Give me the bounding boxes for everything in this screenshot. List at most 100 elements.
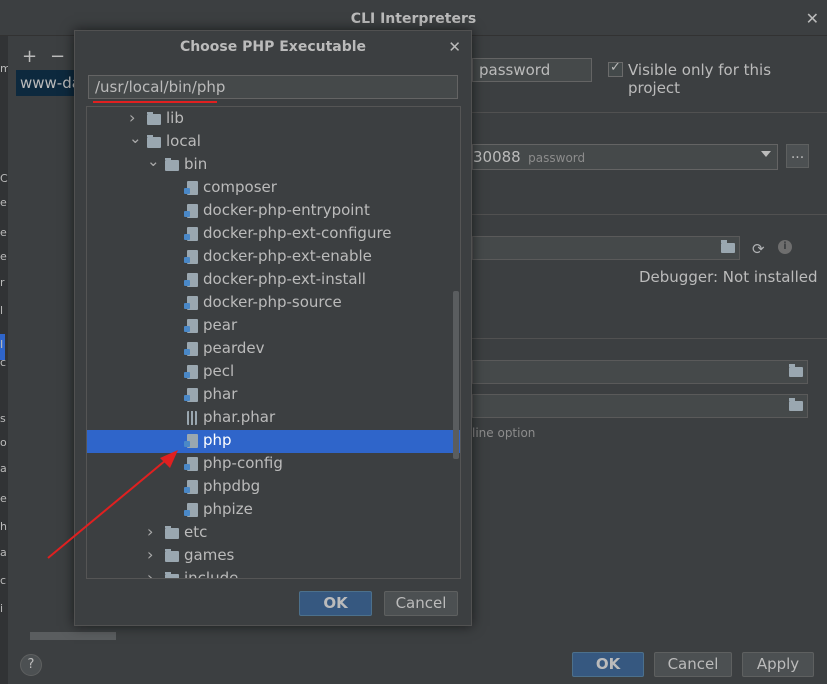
executable-file-icon — [184, 388, 198, 402]
strip-char: r — [0, 276, 5, 289]
tree-item-label: lib — [166, 109, 184, 127]
executable-file-icon — [184, 480, 198, 494]
strip-char: l — [0, 304, 4, 317]
server-hint: password — [528, 151, 586, 165]
chevron-down-icon[interactable]: ⌄ — [147, 152, 160, 170]
tree-folder-local[interactable]: ⌄ local — [87, 129, 460, 154]
folder-icon[interactable] — [789, 398, 803, 411]
apply-button[interactable]: Apply — [742, 652, 814, 677]
dialog-ok-button[interactable]: OK — [299, 591, 372, 616]
section-divider — [472, 112, 827, 113]
path-input[interactable] — [88, 75, 458, 99]
tree-file-peardev[interactable]: peardev — [87, 338, 460, 361]
folder-icon[interactable] — [789, 364, 803, 377]
remove-interpreter-button[interactable]: − — [50, 46, 65, 67]
tree-file-phpize[interactable]: phpize — [87, 499, 460, 522]
tree-item-label: docker-php-source — [203, 293, 342, 311]
tree-folder-etc[interactable]: › etc — [87, 522, 460, 545]
tree-folder-games[interactable]: › games — [87, 545, 460, 568]
strip-char: s — [0, 412, 6, 425]
dialog-title: Choose PHP Executable — [179, 39, 367, 55]
tree-file-docker-php-ext-enable[interactable]: docker-php-ext-enable — [87, 246, 460, 269]
folder-icon — [165, 549, 179, 562]
strip-char: h — [0, 520, 7, 533]
window-title: CLI Interpreters — [350, 11, 477, 27]
executable-file-icon — [184, 503, 198, 517]
tree-file-docker-php-ext-install[interactable]: docker-php-ext-install — [87, 269, 460, 292]
chevron-down-icon[interactable]: ⌄ — [129, 129, 142, 147]
visible-only-label: Visible only for this project — [628, 61, 772, 97]
configuration-file-field[interactable] — [472, 360, 808, 384]
tree-item-label: docker-php-ext-enable — [203, 247, 372, 265]
server-browse-button[interactable]: ... — [786, 144, 809, 168]
close-icon[interactable]: ✕ — [448, 38, 461, 56]
tree-item-label: docker-php-ext-install — [203, 270, 366, 288]
add-interpreter-button[interactable]: + — [22, 46, 37, 67]
chevron-right-icon[interactable]: › — [147, 568, 153, 578]
ok-button[interactable]: OK — [572, 652, 644, 677]
folder-icon — [147, 135, 161, 148]
strip-char: a — [0, 462, 7, 475]
chevron-right-icon[interactable]: › — [147, 545, 153, 564]
strip-char: I — [0, 338, 4, 351]
dialog-cancel-button[interactable]: Cancel — [384, 591, 458, 616]
tree-item-label: php — [203, 431, 232, 449]
tree-file-phpdbg[interactable]: phpdbg — [87, 476, 460, 499]
list-scrollbar[interactable] — [30, 632, 116, 640]
tree-file-docker-php-entrypoint[interactable]: docker-php-entrypoint — [87, 200, 460, 223]
tree-item-label: phpize — [203, 500, 253, 518]
executable-file-icon — [184, 365, 198, 379]
dialog-titlebar: Choose PHP Executable ✕ — [75, 31, 471, 63]
tree-folder-include[interactable]: › include — [87, 568, 460, 579]
cancel-button[interactable]: Cancel — [654, 652, 732, 677]
refresh-icon[interactable]: ⟳ — [752, 240, 765, 258]
interpreter-name-field[interactable]: password — [472, 58, 592, 82]
tree-item-label: phpdbg — [203, 477, 261, 495]
executable-file-icon — [184, 273, 198, 287]
folder-icon — [165, 572, 179, 578]
chevron-right-icon[interactable]: › — [147, 522, 153, 541]
visible-only-checkbox[interactable] — [608, 60, 623, 77]
tree-file-phar-phar[interactable]: phar.phar — [87, 407, 460, 430]
folder-icon[interactable] — [721, 240, 735, 253]
section-divider — [472, 214, 827, 215]
tree-item-label: include — [184, 569, 239, 579]
tree-file-pear[interactable]: pear — [87, 315, 460, 338]
tree-item-label: etc — [184, 523, 208, 541]
strip-char: C — [0, 172, 8, 185]
executable-file-icon — [184, 204, 198, 218]
tree-file-composer[interactable]: composer — [87, 177, 460, 200]
tree-file-docker-php-ext-configure[interactable]: docker-php-ext-configure — [87, 223, 460, 246]
help-button[interactable]: ? — [20, 654, 42, 676]
tree-item-label: phar.phar — [203, 408, 276, 426]
tree-item-label: games — [184, 546, 235, 564]
server-select[interactable]: 30088 password — [472, 144, 778, 170]
strip-char: e — [0, 226, 7, 239]
tree-folder-bin[interactable]: ⌄ bin — [87, 152, 460, 177]
executable-file-icon — [184, 319, 198, 333]
strip-char: c — [0, 356, 7, 369]
close-icon[interactable]: ✕ — [806, 9, 819, 28]
tree-scrollbar[interactable] — [453, 291, 459, 459]
section-divider — [472, 338, 827, 339]
php-executable-field[interactable] — [472, 236, 740, 260]
info-icon[interactable]: i — [778, 240, 792, 254]
tree-folder-lib[interactable]: › lib — [87, 108, 460, 131]
file-tree[interactable]: › lib ⌄ local ⌄ bin composer docker-php-entrypo… — [86, 106, 461, 579]
chevron-down-icon — [761, 151, 771, 157]
server-value: 30088 — [473, 148, 521, 166]
tree-file-php-config[interactable]: php-config — [87, 453, 460, 476]
chevron-right-icon[interactable]: › — [129, 108, 135, 127]
tree-file-pecl[interactable]: pecl — [87, 361, 460, 384]
command-line-hint: line option — [472, 426, 536, 440]
additional-file-field[interactable] — [472, 394, 808, 418]
tree-item-label: bin — [184, 155, 208, 173]
tree-file-phar[interactable]: phar — [87, 384, 460, 407]
tree-file-php[interactable]: php — [87, 430, 460, 453]
folder-icon — [147, 112, 161, 125]
executable-file-icon — [184, 250, 198, 264]
left-edge-strip: mCeeerlIcsoaehaci — [0, 36, 8, 684]
strip-char: c — [0, 574, 7, 587]
tree-file-docker-php-source[interactable]: docker-php-source — [87, 292, 460, 315]
tree-item-label: composer — [203, 178, 277, 196]
